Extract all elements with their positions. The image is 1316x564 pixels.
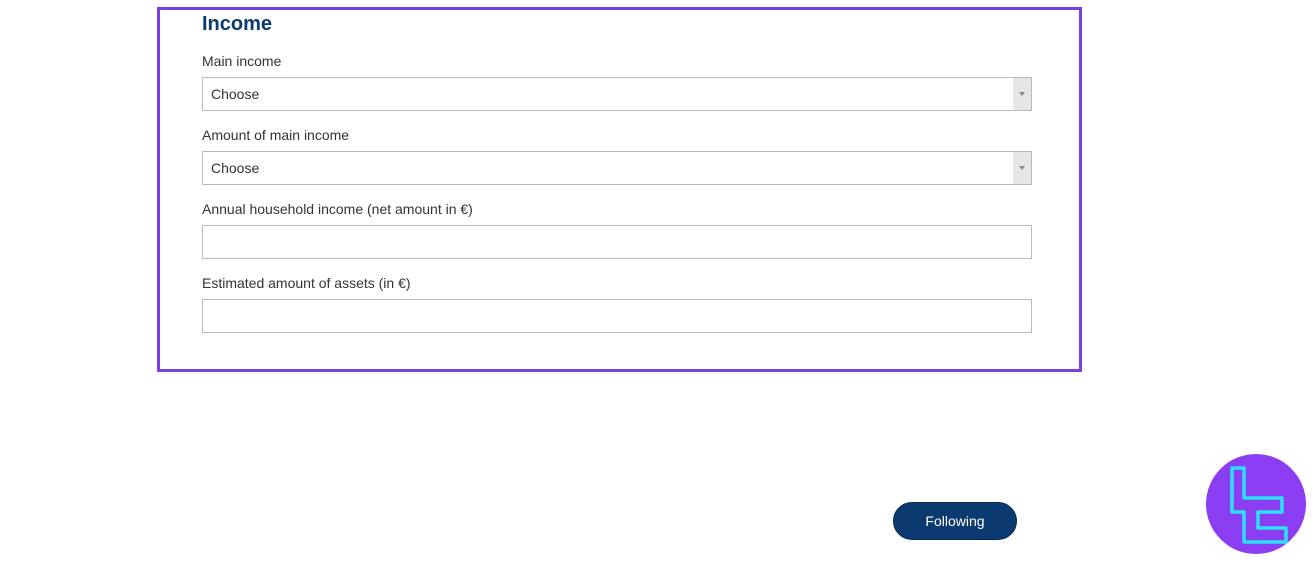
chevron-down-icon (1013, 152, 1031, 184)
household-income-input[interactable] (202, 225, 1032, 259)
assets-label: Estimated amount of assets (in €) (202, 275, 411, 291)
following-button[interactable]: Following (893, 502, 1017, 540)
chevron-down-icon (1013, 78, 1031, 110)
tradingfinder-logo-icon (1206, 454, 1306, 554)
section-title: Income (202, 13, 273, 35)
main-income-amount-select[interactable]: Choose (202, 151, 1032, 185)
main-income-selected-value: Choose (211, 86, 260, 102)
household-income-label: Annual household income (net amount in €… (202, 201, 473, 217)
main-income-amount-label: Amount of main income (202, 127, 350, 143)
main-income-select[interactable]: Choose (202, 77, 1032, 111)
main-income-amount-selected-value: Choose (211, 160, 260, 176)
assets-input[interactable] (202, 299, 1032, 333)
main-income-label: Main income (202, 53, 282, 69)
